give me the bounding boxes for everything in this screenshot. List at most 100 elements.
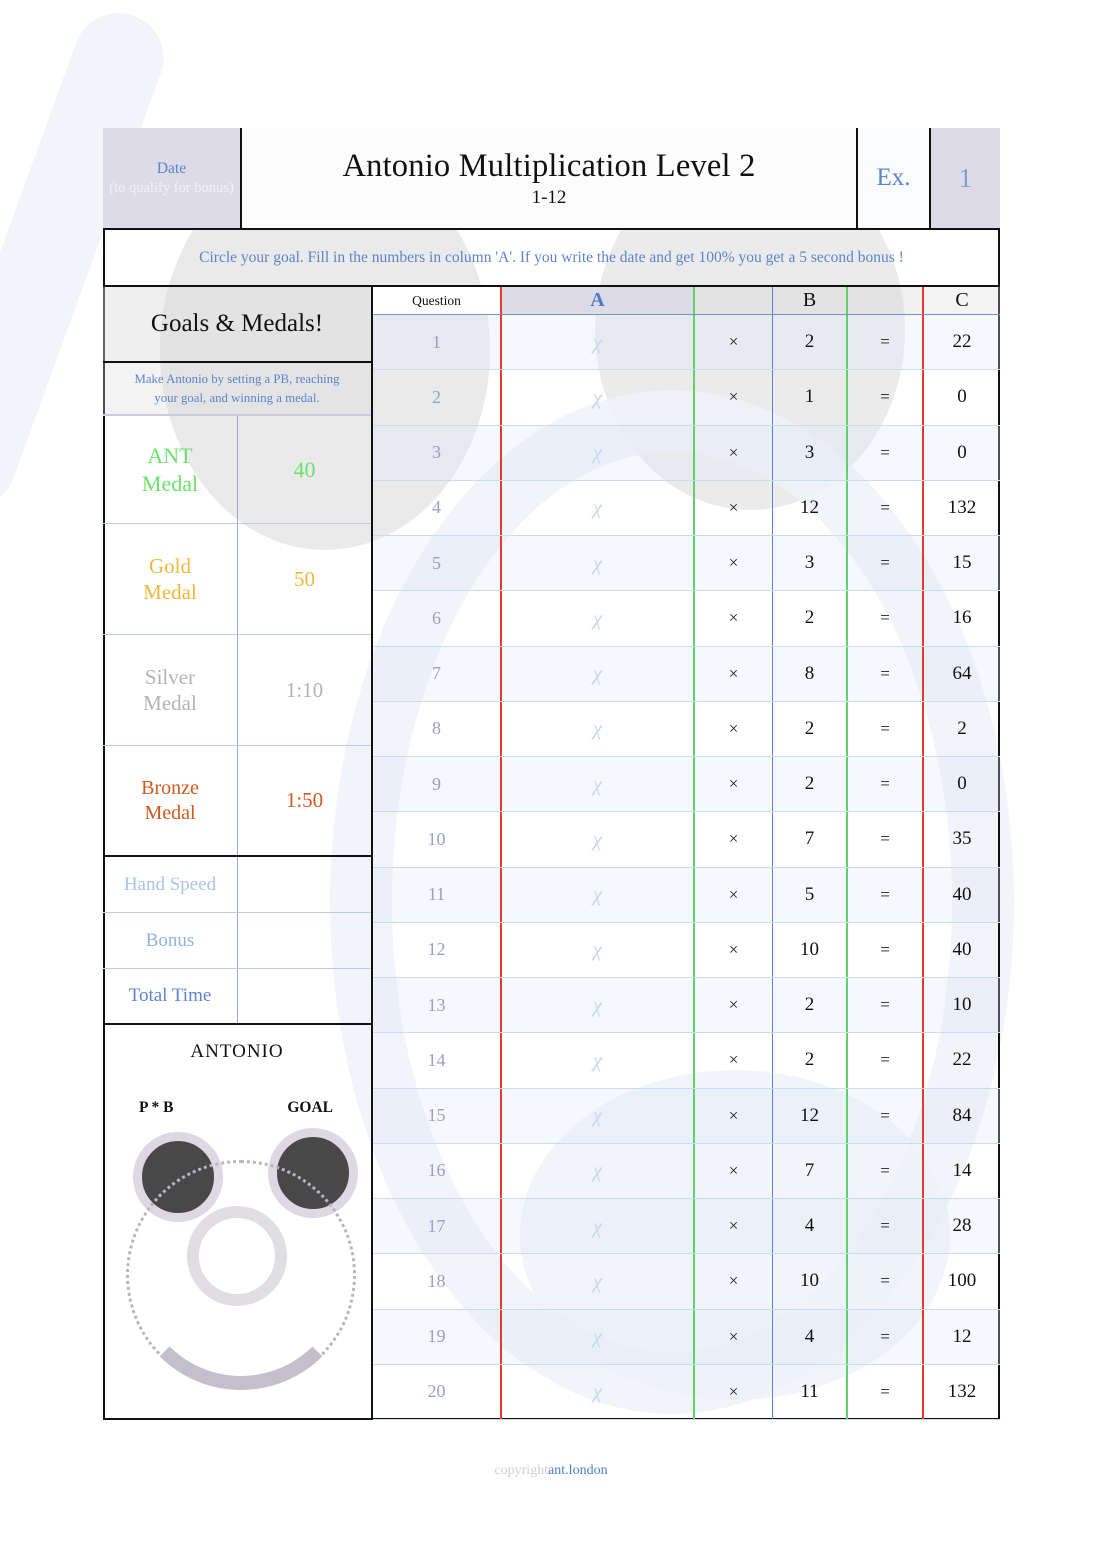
question-number: 9 [432, 773, 441, 794]
multiply-icon: × [728, 1216, 739, 1236]
value-b: 12 [800, 496, 819, 518]
answer-placeholder-icon: χ [592, 550, 603, 575]
page-subtitle: 1-12 [531, 186, 567, 208]
multiply-icon: × [728, 442, 739, 462]
cell-answer-a[interactable]: χ [500, 1199, 695, 1254]
cell-operator: × [695, 702, 772, 756]
cell-answer-a[interactable]: χ [500, 480, 695, 535]
value-b: 4 [804, 1325, 815, 1347]
cell-answer-a[interactable]: χ [500, 757, 695, 812]
goals-panel: Goals & Medals! Make Antonio by setting … [103, 287, 373, 1420]
equals-icon: = [880, 663, 890, 683]
cell-answer-a[interactable]: χ [500, 646, 695, 701]
cell-value-b: 2 [772, 315, 848, 370]
medal-row-ant[interactable]: ANT Medal 40 [103, 416, 371, 524]
medal-label-gold: Gold Medal [103, 524, 238, 634]
value-c: 2 [957, 717, 967, 739]
equals-icon: = [880, 332, 890, 352]
table-row: 18 χ × 10 = 100 [373, 1254, 1000, 1310]
cell-answer-a[interactable]: χ [500, 315, 695, 370]
stat-row-total-time: Total Time [103, 969, 371, 1025]
answer-placeholder-icon: χ [592, 716, 603, 741]
cell-value-c: 14 [922, 1143, 1000, 1198]
cell-question-number: 8 [373, 702, 500, 756]
cell-answer-a[interactable]: χ [500, 701, 695, 756]
cell-answer-a[interactable]: χ [500, 1143, 695, 1198]
medal-row-bronze[interactable]: Bronze Medal 1:50 [103, 746, 371, 857]
value-c: 14 [952, 1159, 972, 1181]
answer-placeholder-icon: χ [592, 1158, 603, 1183]
cell-answer-a[interactable]: χ [500, 1088, 695, 1143]
question-number: 12 [427, 939, 446, 960]
cell-equals: = [848, 1089, 922, 1143]
equals-icon: = [880, 1216, 890, 1236]
cell-answer-a[interactable]: χ [500, 812, 695, 867]
cell-answer-a[interactable]: χ [500, 922, 695, 977]
stat-input-hand-speed[interactable] [238, 857, 371, 912]
equals-icon: = [880, 829, 890, 849]
answer-placeholder-icon: χ [592, 384, 603, 409]
cell-answer-a[interactable]: χ [500, 425, 695, 480]
table-row: 4 χ × 12 = 132 [373, 480, 1000, 536]
answer-placeholder-icon: χ [592, 1047, 603, 1072]
multiply-icon: × [728, 1326, 739, 1346]
date-cell[interactable]: Date (to qualify for bonus) [103, 128, 242, 228]
cell-value-c: 40 [922, 922, 1000, 977]
cell-answer-a[interactable]: χ [500, 591, 695, 646]
cell-operator: × [695, 370, 772, 424]
cell-value-c: 0 [922, 425, 1000, 480]
answer-placeholder-icon: χ [592, 605, 603, 630]
table-row: 16 χ × 7 = 14 [373, 1143, 1000, 1199]
cell-answer-a[interactable]: χ [500, 1254, 695, 1309]
multiply-icon: × [728, 663, 739, 683]
value-c: 132 [947, 496, 977, 518]
cell-value-c: 12 [922, 1309, 1000, 1364]
cell-value-b: 10 [772, 922, 848, 977]
cell-answer-a[interactable]: χ [500, 867, 695, 922]
cell-equals: = [848, 923, 922, 977]
cell-question-number: 16 [373, 1144, 500, 1198]
cell-answer-a[interactable]: χ [500, 1309, 695, 1364]
medal-row-silver[interactable]: Silver Medal 1:10 [103, 635, 371, 746]
stat-input-bonus[interactable] [238, 913, 371, 968]
cell-answer-a[interactable]: χ [500, 1033, 695, 1088]
cell-equals: = [848, 1365, 922, 1419]
multiply-icon: × [728, 774, 739, 794]
medal-row-gold[interactable]: Gold Medal 50 [103, 524, 371, 635]
multiply-icon: × [728, 1160, 739, 1180]
value-b: 8 [804, 662, 815, 684]
equals-icon: = [880, 1381, 890, 1401]
stat-input-total-time[interactable] [238, 969, 371, 1023]
cell-value-b: 7 [772, 1143, 848, 1198]
equals-icon: = [880, 497, 890, 517]
table-row: 17 χ × 4 = 28 [373, 1199, 1000, 1255]
cell-answer-a[interactable]: χ [500, 370, 695, 425]
cell-question-number: 5 [373, 536, 500, 590]
stat-label-bonus: Bonus [103, 913, 238, 968]
table-row: 6 χ × 2 = 16 [373, 591, 1000, 647]
cell-question-number: 19 [373, 1310, 500, 1364]
questions-table: Question A B C 1 χ × 2 = 22 2 χ × 1 = 0 3 χ × 3 = 0 4 χ × 12 =… [373, 287, 1000, 1420]
cell-value-c: 132 [922, 1364, 1000, 1419]
medal-name-line1: ANT [147, 443, 193, 468]
medal-value-gold: 50 [294, 566, 315, 591]
goals-subtitle-line2: your goal, and winning a medal. [154, 390, 320, 405]
equals-icon: = [880, 608, 890, 628]
medal-name-line2: Medal [141, 470, 199, 496]
cell-operator: × [695, 536, 772, 590]
cell-answer-a[interactable]: χ [500, 536, 695, 591]
value-c: 40 [952, 938, 972, 960]
value-b: 3 [804, 552, 815, 574]
multiply-icon: × [728, 1271, 739, 1291]
cell-value-c: 28 [922, 1199, 1000, 1254]
cell-answer-a[interactable]: χ [500, 1364, 695, 1419]
footer-site[interactable]: ant.london [548, 1463, 608, 1478]
cell-equals: = [848, 868, 922, 922]
cell-value-b: 12 [772, 1088, 848, 1143]
cell-answer-a[interactable]: χ [500, 978, 695, 1033]
equals-icon: = [880, 884, 890, 904]
multiply-icon: × [728, 884, 739, 904]
cell-equals: = [848, 370, 922, 424]
cell-value-b: 2 [772, 757, 848, 812]
answer-placeholder-icon: χ [592, 1379, 603, 1404]
